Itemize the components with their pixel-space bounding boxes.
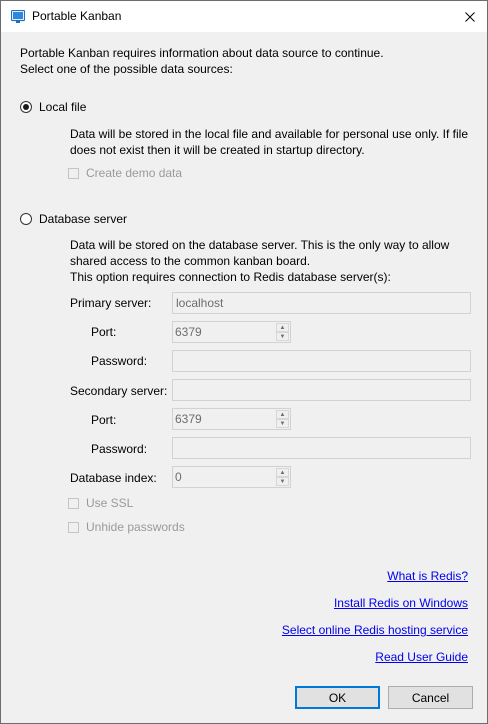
- database-desc-line-1: Data will be stored on the database serv…: [70, 238, 450, 252]
- intro-text: Portable Kanban requires information abo…: [20, 45, 384, 77]
- primary-server-input[interactable]: localhost: [172, 292, 471, 314]
- ok-button[interactable]: OK: [295, 686, 380, 709]
- primary-password-label: Password:: [91, 354, 148, 368]
- secondary-port-value: 6379: [175, 412, 202, 426]
- database-desc-line-3: This option requires connection to Redis…: [70, 270, 391, 284]
- spin-down-icon[interactable]: ▼: [276, 477, 289, 486]
- secondary-server-label: Secondary server:: [70, 384, 168, 398]
- secondary-server-input[interactable]: [172, 379, 471, 401]
- window-title: Portable Kanban: [32, 9, 122, 23]
- spin-down-icon[interactable]: ▼: [276, 332, 289, 341]
- secondary-port-label: Port:: [91, 413, 117, 427]
- local-file-label[interactable]: Local file: [39, 100, 86, 114]
- unhide-passwords-checkbox[interactable]: [68, 522, 79, 533]
- install-redis-link[interactable]: Install Redis on Windows: [334, 596, 468, 610]
- database-index-spin-buttons: ▲ ▼: [276, 468, 289, 486]
- primary-port-spin-buttons: ▲ ▼: [276, 323, 289, 341]
- close-icon: [465, 12, 475, 22]
- spin-up-icon[interactable]: ▲: [276, 468, 289, 477]
- create-demo-data-checkbox[interactable]: [68, 168, 79, 179]
- secondary-port-spin-buttons: ▲ ▼: [276, 410, 289, 428]
- database-server-radio[interactable]: [20, 213, 32, 225]
- use-ssl-checkbox[interactable]: [68, 498, 79, 509]
- intro-line-1: Portable Kanban requires information abo…: [20, 46, 384, 60]
- local-file-desc-line-2: does not exist then it will be created i…: [70, 143, 365, 157]
- redis-hosting-link[interactable]: Select online Redis hosting service: [282, 623, 468, 637]
- local-file-radio[interactable]: [20, 101, 32, 113]
- spin-up-icon[interactable]: ▲: [276, 410, 289, 419]
- primary-password-input[interactable]: [172, 350, 471, 372]
- what-is-redis-link[interactable]: What is Redis?: [387, 569, 468, 583]
- primary-port-label: Port:: [91, 325, 117, 339]
- secondary-password-input[interactable]: [172, 437, 471, 459]
- database-index-stepper[interactable]: 0 ▲ ▼: [172, 466, 291, 488]
- app-icon: [11, 10, 25, 23]
- secondary-password-label: Password:: [91, 442, 148, 456]
- database-desc-line-2: shared access to the common kanban board…: [70, 254, 311, 268]
- intro-line-2: Select one of the possible data sources:: [20, 62, 233, 76]
- spin-up-icon[interactable]: ▲: [276, 323, 289, 332]
- local-file-description: Data will be stored in the local file an…: [70, 126, 468, 158]
- create-demo-data-label: Create demo data: [86, 166, 183, 180]
- database-server-label[interactable]: Database server: [39, 212, 127, 226]
- database-description: Data will be stored on the database serv…: [70, 237, 449, 285]
- use-ssl-label: Use SSL: [86, 496, 134, 510]
- database-index-value: 0: [175, 470, 182, 484]
- spin-down-icon[interactable]: ▼: [276, 419, 289, 428]
- primary-port-stepper[interactable]: 6379 ▲ ▼: [172, 321, 291, 343]
- primary-port-value: 6379: [175, 325, 202, 339]
- user-guide-link[interactable]: Read User Guide: [375, 650, 468, 664]
- database-index-label: Database index:: [70, 471, 157, 485]
- dialog-window: Portable Kanban Portable Kanban requires…: [0, 0, 488, 724]
- secondary-port-stepper[interactable]: 6379 ▲ ▼: [172, 408, 291, 430]
- unhide-passwords-label: Unhide passwords: [86, 520, 185, 534]
- title-bar: Portable Kanban: [1, 1, 487, 32]
- primary-server-label: Primary server:: [70, 296, 152, 310]
- close-button[interactable]: [457, 5, 483, 29]
- cancel-button[interactable]: Cancel: [388, 686, 473, 709]
- local-file-desc-line-1: Data will be stored in the local file an…: [70, 127, 468, 141]
